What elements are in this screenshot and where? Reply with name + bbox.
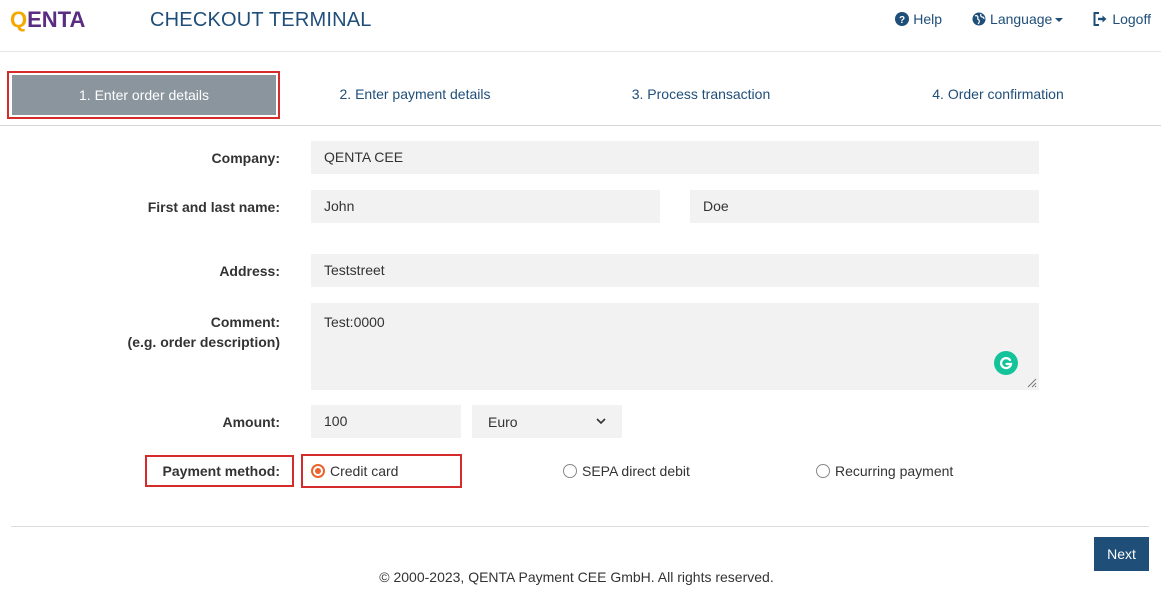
radio-recurring-payment[interactable]: Recurring payment bbox=[816, 463, 953, 479]
radio-sepa-direct-debit[interactable]: SEPA direct debit bbox=[563, 463, 690, 479]
radio-credit-card-label: Credit card bbox=[330, 463, 399, 479]
radio-recurring-label: Recurring payment bbox=[835, 463, 954, 479]
company-input[interactable] bbox=[311, 141, 1039, 174]
amount-input[interactable] bbox=[311, 405, 461, 438]
comment-label-group: Comment: (e.g. order description) bbox=[128, 312, 280, 352]
radio-sepa-label: SEPA direct debit bbox=[582, 463, 690, 479]
step-1-enter-order-details[interactable]: 1. Enter order details bbox=[12, 75, 276, 115]
step-2-enter-payment-details[interactable]: 2. Enter payment details bbox=[330, 70, 500, 118]
svg-text:?: ? bbox=[899, 15, 905, 26]
name-label: First and last name: bbox=[147, 199, 280, 215]
currency-select[interactable]: Euro bbox=[472, 405, 622, 438]
top-navigation: ? Help Language Logoff bbox=[865, 11, 1151, 27]
step-4-order-confirmation[interactable]: 4. Order confirmation bbox=[920, 70, 1076, 118]
logo-letter-q: Q bbox=[10, 7, 28, 32]
last-name-input[interactable] bbox=[690, 190, 1039, 223]
comment-label: Comment: bbox=[210, 314, 280, 330]
radio-checked-icon bbox=[311, 464, 325, 478]
comment-sublabel: (e.g. order description) bbox=[127, 334, 280, 350]
checkout-steps: 1. Enter order details 2. Enter payment … bbox=[0, 70, 1161, 126]
question-circle-icon: ? bbox=[895, 12, 910, 26]
app-title: CHECKOUT TERMINAL bbox=[150, 9, 372, 31]
logo-text: ENTA bbox=[27, 7, 86, 32]
currency-selected-value: Euro bbox=[488, 413, 518, 430]
caret-down-icon bbox=[1055, 18, 1064, 22]
grammarly-g-icon bbox=[999, 357, 1013, 370]
radio-credit-card[interactable]: Credit card bbox=[311, 463, 398, 479]
logoff-label: Logoff bbox=[1112, 11, 1151, 27]
payment-method-label: Payment method: bbox=[162, 463, 280, 479]
logoff-link[interactable]: Logoff bbox=[1093, 11, 1151, 27]
company-label: Company: bbox=[211, 150, 280, 166]
grammarly-icon[interactable] bbox=[994, 351, 1018, 375]
language-dropdown[interactable]: Language bbox=[972, 11, 1064, 27]
sign-out-icon bbox=[1093, 12, 1107, 26]
next-button[interactable]: Next bbox=[1094, 537, 1149, 571]
step-3-process-transaction[interactable]: 3. Process transaction bbox=[620, 70, 782, 118]
comment-textarea[interactable]: Test:0000 bbox=[311, 303, 1039, 390]
footer-copyright: © 2000-2023, QENTA Payment CEE GmbH. All… bbox=[379, 569, 774, 585]
amount-label: Amount: bbox=[222, 414, 280, 430]
resize-grip-icon[interactable] bbox=[1025, 376, 1037, 388]
address-label: Address: bbox=[219, 263, 280, 279]
form-divider bbox=[11, 526, 1149, 527]
globe-icon bbox=[972, 12, 986, 26]
help-link[interactable]: ? Help bbox=[895, 11, 942, 27]
language-label: Language bbox=[990, 11, 1053, 27]
first-name-input[interactable] bbox=[311, 190, 660, 223]
chevron-down-icon bbox=[596, 418, 606, 425]
radio-unchecked-icon bbox=[563, 464, 577, 478]
qenta-logo[interactable]: QENTA bbox=[10, 7, 85, 33]
header: QENTA CHECKOUT TERMINAL ? Help Language … bbox=[0, 0, 1161, 52]
help-label: Help bbox=[913, 11, 943, 27]
address-input[interactable] bbox=[311, 254, 1039, 287]
radio-unchecked-icon bbox=[816, 464, 830, 478]
